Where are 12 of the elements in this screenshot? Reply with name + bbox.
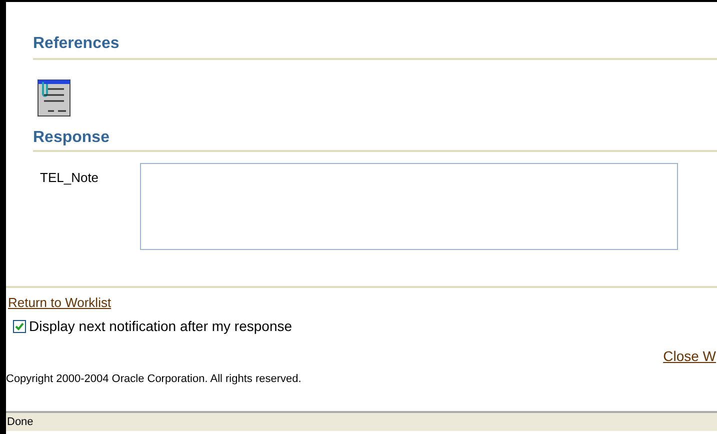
field-label: TEL_Note — [39, 169, 100, 187]
document-icon[interactable] — [36, 78, 72, 118]
section-heading: References — [33, 34, 120, 54]
close-link[interactable]: Close W — [663, 346, 716, 366]
return-link[interactable]: Return to Worklist — [8, 293, 112, 312]
note-field[interactable] — [140, 163, 678, 250]
status-text: Done — [7, 416, 34, 428]
copyright-text: Copyright 2000-2004 Oracle Corporation. All rights reserved. — [6, 372, 302, 386]
checkbox-label: Display next notification after my response — [29, 316, 292, 336]
check-icon — [15, 322, 24, 330]
checkbox[interactable] — [13, 320, 26, 332]
section-heading: Response — [33, 128, 110, 148]
